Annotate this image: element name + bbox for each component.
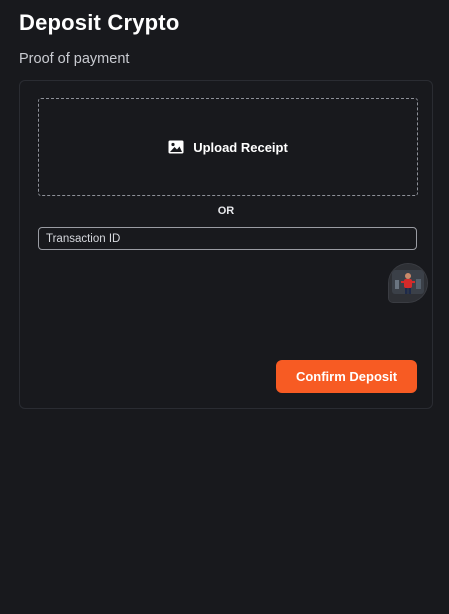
section-label: Proof of payment xyxy=(19,51,130,67)
upload-receipt-content: Upload Receipt xyxy=(168,140,288,155)
page-title: Deposit Crypto xyxy=(19,10,180,35)
confirm-deposit-button[interactable]: Confirm Deposit xyxy=(276,360,417,393)
or-divider: OR xyxy=(217,205,235,217)
upload-receipt-label: Upload Receipt xyxy=(193,139,288,155)
upload-receipt-dropzone[interactable]: Upload Receipt xyxy=(38,98,418,196)
chat-avatar[interactable] xyxy=(389,264,427,302)
deposit-form-card: Upload Receipt OR Confirm Deposit xyxy=(19,80,433,409)
transaction-id-input[interactable] xyxy=(38,227,417,250)
image-icon xyxy=(168,140,184,154)
avatar-image xyxy=(389,264,427,302)
